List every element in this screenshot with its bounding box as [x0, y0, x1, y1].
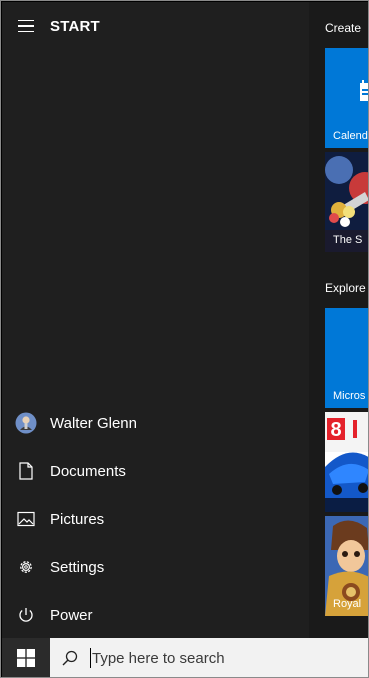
- document-icon: [2, 447, 50, 495]
- power-icon: [2, 591, 50, 639]
- settings-label: Settings: [50, 558, 105, 576]
- windows-logo-icon: [17, 649, 35, 667]
- tiles-area: Create Calend The S Explore Micros 8 Roy…: [309, 2, 368, 638]
- calendar-icon: [359, 80, 368, 107]
- microsoft-store-tile-label: Micros: [333, 390, 366, 402]
- racing-game-art: 8: [325, 412, 368, 512]
- user-avatar: [2, 399, 50, 447]
- taskbar: [2, 638, 368, 677]
- royal-game-tile-label: Royal: [333, 598, 362, 610]
- start-header: START: [2, 2, 309, 50]
- settings-item[interactable]: Settings: [2, 543, 309, 591]
- documents-label: Documents: [50, 462, 126, 480]
- hamburger-icon[interactable]: [2, 2, 50, 50]
- text-caret: [90, 648, 91, 668]
- user-name: Walter Glenn: [50, 414, 137, 432]
- game-tile-1[interactable]: The S: [325, 152, 368, 252]
- calendar-tile-label: Calend: [333, 130, 368, 142]
- royal-game-tile[interactable]: Royal: [325, 516, 368, 616]
- gear-icon: [2, 543, 50, 591]
- microsoft-store-tile[interactable]: Micros: [325, 308, 368, 408]
- search-box[interactable]: [50, 638, 368, 677]
- search-input[interactable]: [92, 646, 352, 670]
- search-icon: [50, 638, 90, 677]
- pictures-item[interactable]: Pictures: [2, 495, 309, 543]
- start-button[interactable]: [2, 638, 50, 677]
- pictures-icon: [2, 495, 50, 543]
- pictures-label: Pictures: [50, 510, 105, 528]
- explore-group-label: Explore: [325, 281, 366, 295]
- start-title: START: [50, 17, 100, 35]
- user-account-item[interactable]: Walter Glenn: [2, 399, 309, 447]
- calendar-tile[interactable]: Calend: [325, 48, 368, 148]
- documents-item[interactable]: Documents: [2, 447, 309, 495]
- power-label: Power: [50, 606, 93, 624]
- racing-game-tile[interactable]: 8: [325, 412, 368, 512]
- game-tile-1-label: The S: [333, 234, 363, 246]
- create-group-label: Create: [325, 21, 362, 35]
- start-menu-panel: START Walter Glenn Documents Pictures Se…: [2, 2, 309, 638]
- start-menu-window: START Walter Glenn Documents Pictures Se…: [0, 0, 369, 678]
- svg-text:8: 8: [330, 419, 341, 441]
- power-item[interactable]: Power: [2, 591, 309, 639]
